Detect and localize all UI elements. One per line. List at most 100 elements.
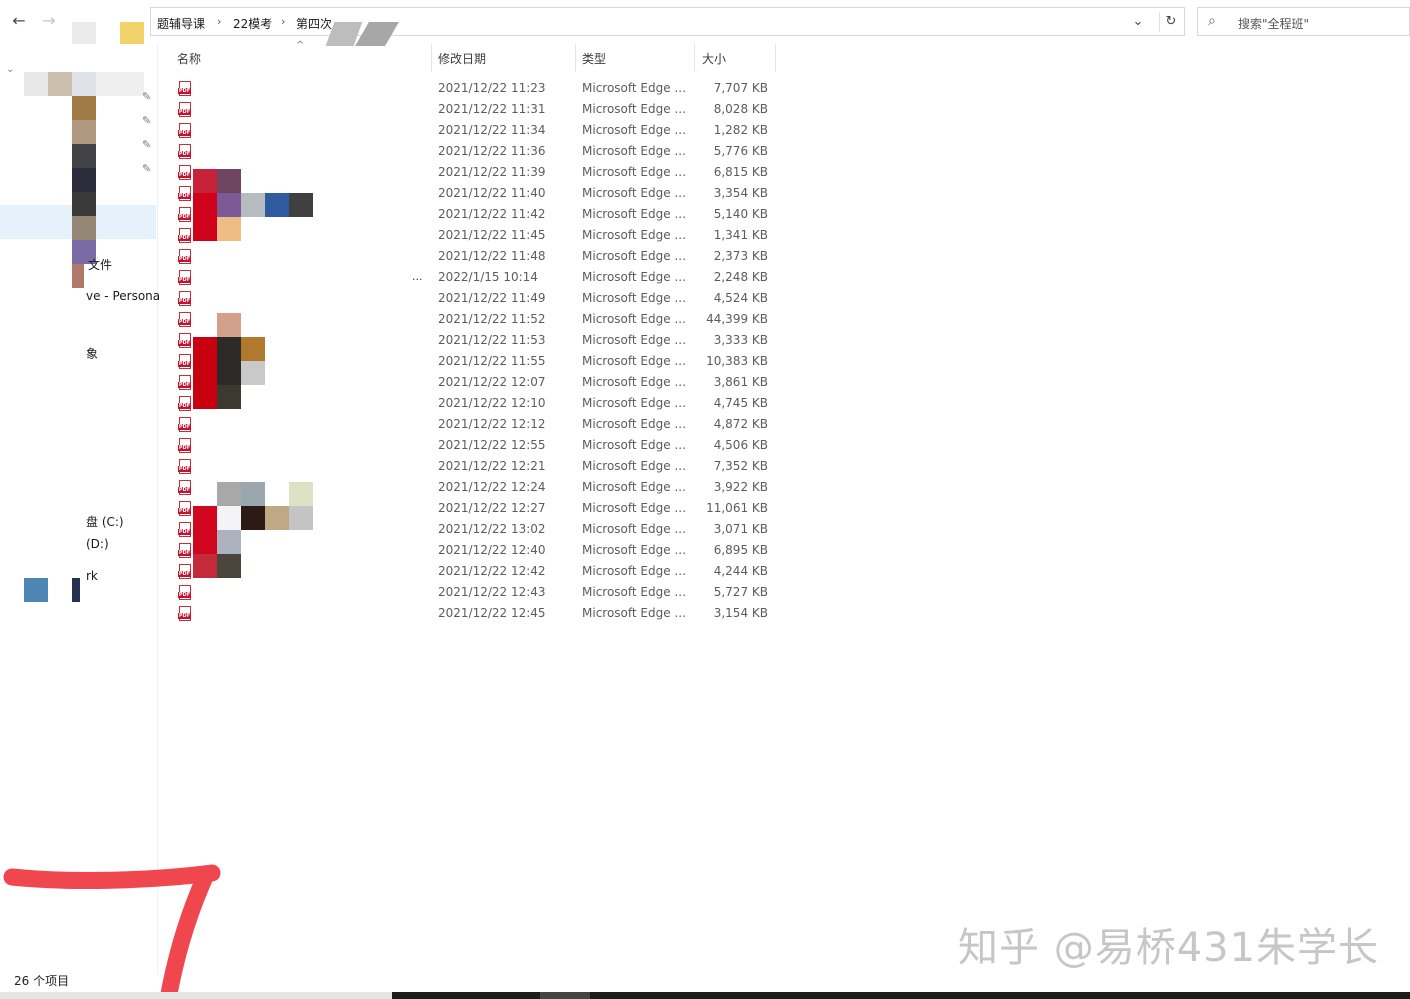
- pixelated-block: [289, 506, 313, 530]
- column-header-size[interactable]: 大小: [702, 50, 726, 67]
- file-row[interactable]: PDF 2021/12/22 12:10 Microsoft Edge ... 4,7…: [170, 393, 775, 414]
- pdf-file-icon: PDF: [178, 270, 192, 285]
- file-date: 2021/12/22 13:02: [438, 522, 546, 536]
- nav-item-documents[interactable]: 文件: [88, 256, 112, 273]
- file-date: 2021/12/22 12:40: [438, 543, 546, 557]
- file-size: 2,373 KB: [713, 249, 768, 263]
- pixelated-block: [72, 216, 96, 240]
- file-row[interactable]: PDF 2022/1/15 10:14 Microsoft Edge ... 2,24…: [170, 267, 775, 288]
- file-date: 2021/12/22 11:48: [438, 249, 546, 263]
- pin-icon: ✎: [142, 162, 152, 175]
- file-row[interactable]: PDF 2021/12/22 11:31 Microsoft Edge ... 8,0…: [170, 99, 775, 120]
- file-size: 3,861 KB: [713, 375, 768, 389]
- pixelated-block: [241, 193, 265, 217]
- file-type: Microsoft Edge ...: [582, 606, 686, 620]
- file-row[interactable]: PDF 2021/12/22 12:55 Microsoft Edge ... 4,5…: [170, 435, 775, 456]
- pdf-file-icon: PDF: [178, 375, 192, 390]
- file-row[interactable]: PDF 2021/12/22 12:42 Microsoft Edge ... 4,2…: [170, 561, 775, 582]
- file-type: Microsoft Edge ...: [582, 459, 686, 473]
- pdf-file-icon: PDF: [178, 102, 192, 117]
- file-row[interactable]: PDF 2021/12/22 11:52 Microsoft Edge ... 44,…: [170, 309, 775, 330]
- column-divider[interactable]: [575, 44, 576, 72]
- file-date: 2021/12/22 11:55: [438, 354, 546, 368]
- file-row[interactable]: PDF 2021/12/22 11:49 Microsoft Edge ... 4,5…: [170, 288, 775, 309]
- file-type: Microsoft Edge ...: [582, 396, 686, 410]
- refresh-icon[interactable]: ↻: [1159, 12, 1182, 32]
- pixelated-block: [241, 337, 265, 361]
- expand-chevron-icon[interactable]: ⌄: [6, 64, 14, 75]
- pixelated-block: [72, 72, 96, 96]
- file-row[interactable]: PDF 2021/12/22 12:43 Microsoft Edge ... 5,7…: [170, 582, 775, 603]
- file-row[interactable]: PDF 2021/12/22 11:48 Microsoft Edge ... 2,3…: [170, 246, 775, 267]
- search-icon: ⌕: [1208, 13, 1216, 29]
- nav-item-drive-d[interactable]: (D:): [86, 537, 109, 551]
- pdf-file-icon: PDF: [178, 585, 192, 600]
- file-date: 2021/12/22 11:31: [438, 102, 546, 116]
- file-type: Microsoft Edge ...: [582, 165, 686, 179]
- file-type: Microsoft Edge ...: [582, 438, 686, 452]
- file-size: 4,524 KB: [713, 291, 768, 305]
- breadcrumb-item[interactable]: 22模考: [233, 15, 272, 32]
- file-size: 6,895 KB: [713, 543, 768, 557]
- file-row[interactable]: PDF 2021/12/22 12:12 Microsoft Edge ... 4,8…: [170, 414, 775, 435]
- back-button[interactable]: ←: [8, 10, 30, 32]
- pdf-file-icon: PDF: [178, 249, 192, 264]
- pixelated-block: [120, 22, 144, 46]
- file-type: Microsoft Edge ...: [582, 291, 686, 305]
- file-row[interactable]: PDF 2021/12/22 12:45 Microsoft Edge ... 3,1…: [170, 603, 775, 624]
- file-row[interactable]: PDF 2021/12/22 11:39 Microsoft Edge ... 6,8…: [170, 162, 775, 183]
- file-type: Microsoft Edge ...: [582, 354, 686, 368]
- breadcrumb-item[interactable]: 题辅导课: [157, 15, 205, 32]
- file-size: 7,707 KB: [713, 81, 768, 95]
- pixelated-block: [217, 385, 241, 409]
- file-row[interactable]: PDF 2021/12/22 11:45 Microsoft Edge ... 1,3…: [170, 225, 775, 246]
- file-size: 4,506 KB: [713, 438, 768, 452]
- pixelated-block: [289, 482, 313, 506]
- column-divider[interactable]: [694, 44, 695, 72]
- forward-button[interactable]: →: [38, 10, 60, 32]
- breadcrumb-separator-icon: ›: [281, 15, 286, 28]
- pixelated-block: [96, 72, 144, 96]
- file-size: 3,333 KB: [713, 333, 768, 347]
- file-date: 2021/12/22 11:34: [438, 123, 546, 137]
- file-size: 5,140 KB: [713, 207, 768, 221]
- file-row[interactable]: PDF 2021/12/22 11:36 Microsoft Edge ... 5,7…: [170, 141, 775, 162]
- pdf-file-icon: PDF: [178, 291, 192, 306]
- nav-item-drive-c[interactable]: 盘 (C:): [86, 513, 124, 530]
- address-bar[interactable]: 题辅导课 › 22模考 › 第四次 ⌄ ↻: [150, 7, 1185, 36]
- nav-item-network[interactable]: rk: [86, 569, 98, 583]
- taskbar-strip: [0, 992, 1410, 999]
- file-date: 2022/1/15 10:14: [438, 270, 538, 284]
- file-size: 10,383 KB: [706, 354, 768, 368]
- pixelated-block: [24, 578, 48, 602]
- pdf-file-icon: PDF: [178, 228, 192, 243]
- pixelated-block: [217, 313, 241, 337]
- nav-item-3d-objects[interactable]: 象: [86, 345, 98, 362]
- file-date: 2021/12/22 11:40: [438, 186, 546, 200]
- file-type: Microsoft Edge ...: [582, 522, 686, 536]
- file-size: 4,745 KB: [713, 396, 768, 410]
- file-row[interactable]: PDF 2021/12/22 12:21 Microsoft Edge ... 7,3…: [170, 456, 775, 477]
- search-box[interactable]: ⌕ 搜索"全程班": [1197, 7, 1410, 36]
- file-type: Microsoft Edge ...: [582, 144, 686, 158]
- pin-icon: ✎: [142, 138, 152, 151]
- pixelated-block: [72, 264, 84, 288]
- file-row[interactable]: PDF 2021/12/22 11:23 Microsoft Edge ... 7,7…: [170, 78, 775, 99]
- file-row[interactable]: PDF 2021/12/22 12:40 Microsoft Edge ... 6,8…: [170, 540, 775, 561]
- breadcrumb-item[interactable]: 第四次: [296, 15, 332, 32]
- file-type: Microsoft Edge ...: [582, 333, 686, 347]
- column-header-type[interactable]: 类型: [582, 50, 606, 67]
- taskbar-segment: [540, 992, 590, 999]
- pdf-file-icon: PDF: [178, 522, 192, 537]
- truncation-mark: ...: [412, 270, 423, 283]
- navigation-pane: ⌄ ✎ ✎ ✎ ✎ 文件 ve - Persona 象 盘 (C:) (D:) …: [0, 44, 160, 974]
- pdf-file-icon: PDF: [178, 354, 192, 369]
- column-header-date[interactable]: 修改日期: [438, 50, 486, 67]
- column-divider[interactable]: [775, 44, 776, 72]
- column-header-name[interactable]: 名称: [177, 50, 201, 67]
- nav-item-onedrive[interactable]: ve - Persona: [86, 289, 160, 303]
- pixelated-block: [72, 168, 96, 192]
- address-dropdown-icon[interactable]: ⌄: [1127, 12, 1149, 32]
- file-row[interactable]: PDF 2021/12/22 11:34 Microsoft Edge ... 1,2…: [170, 120, 775, 141]
- column-divider[interactable]: [431, 44, 432, 72]
